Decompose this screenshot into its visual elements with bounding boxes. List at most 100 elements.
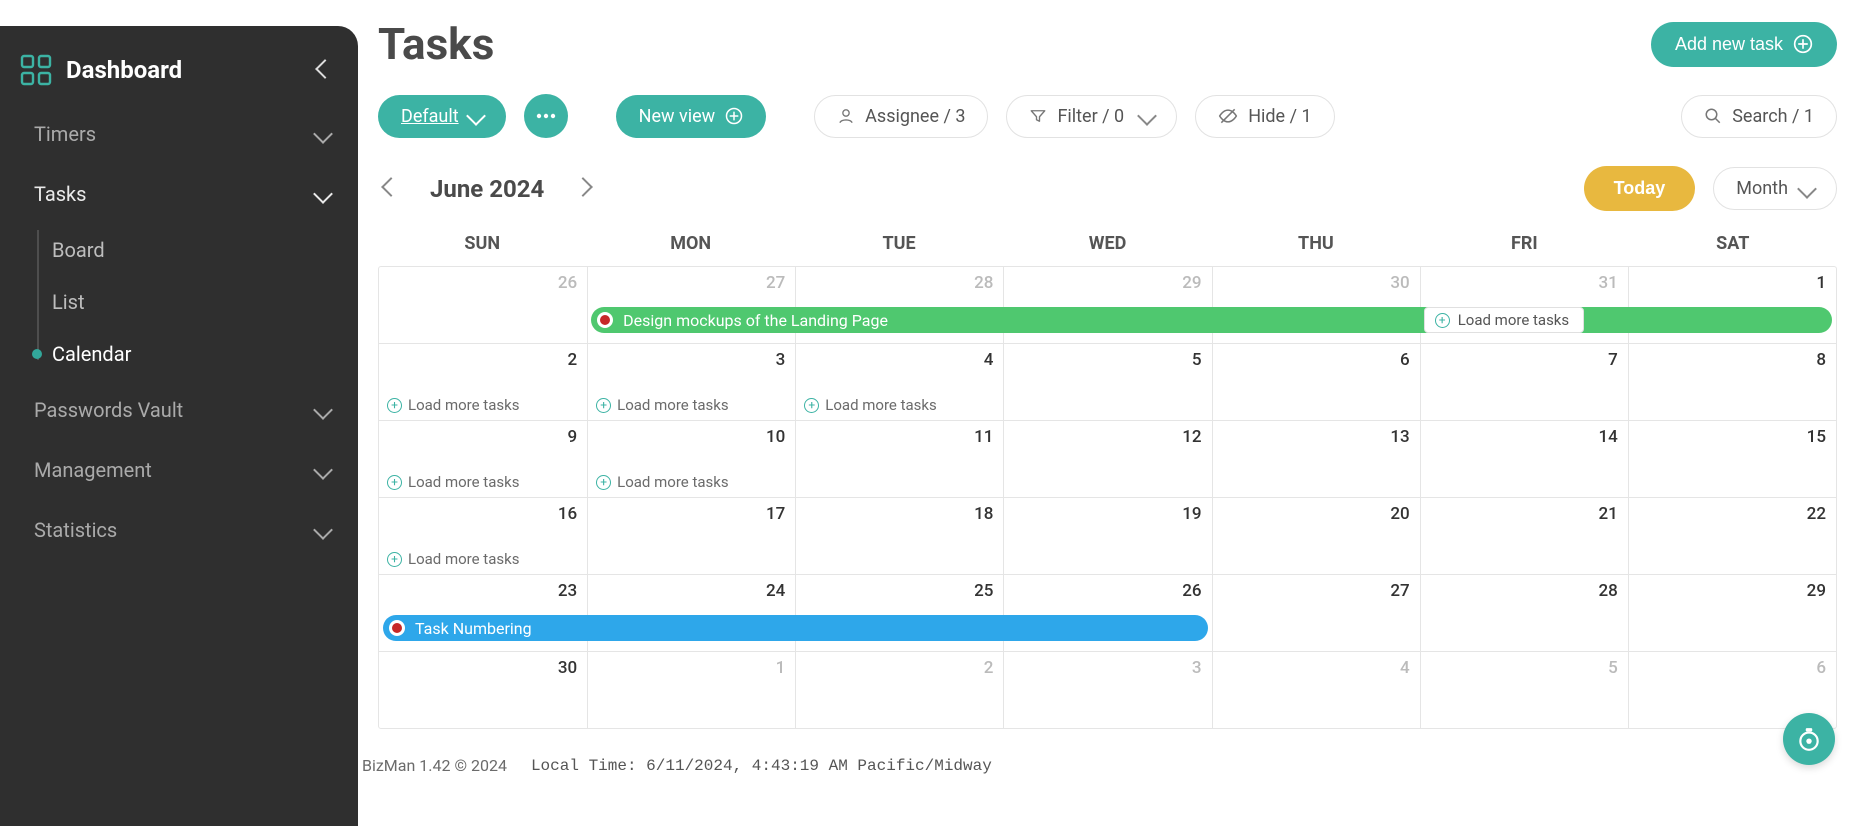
view-mode-select[interactable]: Month	[1713, 167, 1837, 210]
sidebar-title: Dashboard	[66, 56, 182, 84]
calendar-cell[interactable]: 10+Load more tasks	[587, 421, 795, 497]
chevron-down-icon	[1797, 179, 1817, 199]
search-pill[interactable]: Search / 1	[1681, 95, 1837, 138]
sidebar-collapse-button[interactable]	[318, 61, 332, 80]
weekday-label: FRI	[1420, 233, 1628, 254]
load-more-tasks[interactable]: +Load more tasks	[387, 473, 519, 491]
view-default-pill[interactable]: Default	[378, 95, 506, 138]
sidebar-item-label: Calendar	[52, 342, 131, 366]
view-more-button[interactable]	[524, 94, 568, 138]
calendar-cell[interactable]: 4+Load more tasks	[795, 344, 1003, 420]
load-more-tasks-floating[interactable]: +Load more tasks	[1424, 307, 1584, 333]
sidebar-section-tasks[interactable]: Tasks	[0, 164, 358, 224]
calendar-date: 30	[558, 658, 577, 678]
calendar-cell[interactable]: 30	[379, 652, 587, 728]
new-view-button[interactable]: New view	[616, 95, 767, 138]
today-button[interactable]: Today	[1584, 166, 1696, 211]
view-default-label: Default	[401, 106, 459, 127]
calendar-cell[interactable]: 2	[795, 652, 1003, 728]
sidebar-item-board[interactable]: Board	[52, 224, 358, 276]
calendar-cell[interactable]: 21	[1420, 498, 1628, 574]
calendar-cell[interactable]: 12	[1003, 421, 1211, 497]
calendar-date: 28	[1599, 581, 1618, 601]
calendar-cell[interactable]: 20	[1212, 498, 1420, 574]
load-more-tasks[interactable]: + Load more tasks	[387, 550, 519, 568]
sidebar-section-label: Tasks	[34, 182, 87, 206]
calendar-date: 4	[1400, 658, 1410, 678]
hide-pill[interactable]: Hide / 1	[1195, 95, 1334, 138]
sidebar-section-management[interactable]: Management	[0, 440, 358, 500]
calendar-cell[interactable]: 22	[1628, 498, 1836, 574]
calendar-cell[interactable]: 27	[1212, 575, 1420, 651]
calendar-date: 5	[1608, 658, 1618, 678]
calendar-date: 26	[558, 273, 577, 293]
stopwatch-icon	[1796, 726, 1822, 752]
event-title: Task Numbering	[415, 619, 532, 638]
chevron-left-icon	[381, 177, 401, 197]
load-more-label: Load more tasks	[617, 473, 728, 491]
load-more-label: Load more tasks	[408, 473, 519, 491]
weekday-label: WED	[1003, 233, 1211, 254]
calendar-date: 27	[1390, 581, 1409, 601]
calendar-cell[interactable]: 13	[1212, 421, 1420, 497]
next-month-button[interactable]	[570, 173, 596, 204]
sidebar-section-label: Management	[34, 458, 152, 482]
load-more-tasks[interactable]: +Load more tasks	[596, 396, 728, 414]
calendar-month-label: June 2024	[430, 175, 544, 203]
load-more-label: Load more tasks	[825, 396, 936, 414]
calendar-cell[interactable]: 18	[795, 498, 1003, 574]
assignee-pill[interactable]: Assignee / 3	[814, 95, 988, 138]
sidebar-item-calendar[interactable]: Calendar	[52, 328, 358, 380]
weekday-label: MON	[586, 233, 794, 254]
calendar-cell[interactable]: 5	[1420, 652, 1628, 728]
chevron-down-icon	[466, 106, 486, 126]
calendar-date: 1	[776, 658, 786, 678]
calendar-cell[interactable]: 26	[379, 267, 587, 343]
plus-icon: +	[1435, 313, 1450, 328]
add-task-button[interactable]: Add new task	[1651, 22, 1837, 67]
load-more-tasks[interactable]: +Load more tasks	[804, 396, 936, 414]
sidebar-item-list[interactable]: List	[52, 276, 358, 328]
calendar-cell[interactable]: 3	[1003, 652, 1211, 728]
sidebar-section-statistics[interactable]: Statistics	[0, 500, 358, 560]
plus-icon: +	[387, 552, 402, 567]
calendar-date: 16	[558, 504, 577, 524]
calendar-cell[interactable]: 7	[1420, 344, 1628, 420]
load-more-label: Load more tasks	[408, 550, 519, 568]
calendar-cell[interactable]: 2+Load more tasks	[379, 344, 587, 420]
page-title: Tasks	[378, 18, 494, 70]
ellipsis-icon	[536, 113, 556, 119]
calendar-cell[interactable]: 19	[1003, 498, 1211, 574]
calendar-event[interactable]: Design mockups of the Landing Page	[591, 307, 1832, 333]
load-more-tasks[interactable]: +Load more tasks	[387, 396, 519, 414]
calendar-cell[interactable]: 11	[795, 421, 1003, 497]
calendar-cell[interactable]: 14	[1420, 421, 1628, 497]
chevron-down-icon	[313, 184, 333, 204]
sidebar-section-label: Statistics	[34, 518, 117, 542]
prev-month-button[interactable]	[378, 173, 404, 204]
calendar-event[interactable]: Task Numbering	[383, 615, 1208, 641]
calendar-cell[interactable]: 28	[1420, 575, 1628, 651]
plus-icon: +	[596, 398, 611, 413]
sidebar-section-timers[interactable]: Timers	[0, 104, 358, 164]
load-more-tasks[interactable]: +Load more tasks	[596, 473, 728, 491]
calendar-cell[interactable]: 29	[1628, 575, 1836, 651]
calendar-cell[interactable]: 1	[587, 652, 795, 728]
calendar-cell[interactable]: 16 + Load more tasks	[379, 498, 587, 574]
calendar-cell[interactable]: 6	[1212, 344, 1420, 420]
sidebar: Dashboard Timers Tasks Board List Calend…	[0, 26, 358, 826]
calendar-cell[interactable]: 5	[1003, 344, 1211, 420]
calendar-cell[interactable]: 9+Load more tasks	[379, 421, 587, 497]
calendar-cell[interactable]: 4	[1212, 652, 1420, 728]
calendar-date: 21	[1599, 504, 1618, 524]
calendar-cell[interactable]: 15	[1628, 421, 1836, 497]
calendar-cell[interactable]: 8	[1628, 344, 1836, 420]
sidebar-item-label: List	[52, 290, 85, 314]
filter-pill[interactable]: Filter / 0	[1006, 95, 1177, 138]
calendar-cell[interactable]: 17	[587, 498, 795, 574]
user-icon	[837, 107, 855, 125]
calendar-cell[interactable]: 3+Load more tasks	[587, 344, 795, 420]
brand: Dashboard	[20, 54, 182, 86]
sidebar-section-passwords[interactable]: Passwords Vault	[0, 380, 358, 440]
timer-fab[interactable]	[1783, 713, 1835, 765]
